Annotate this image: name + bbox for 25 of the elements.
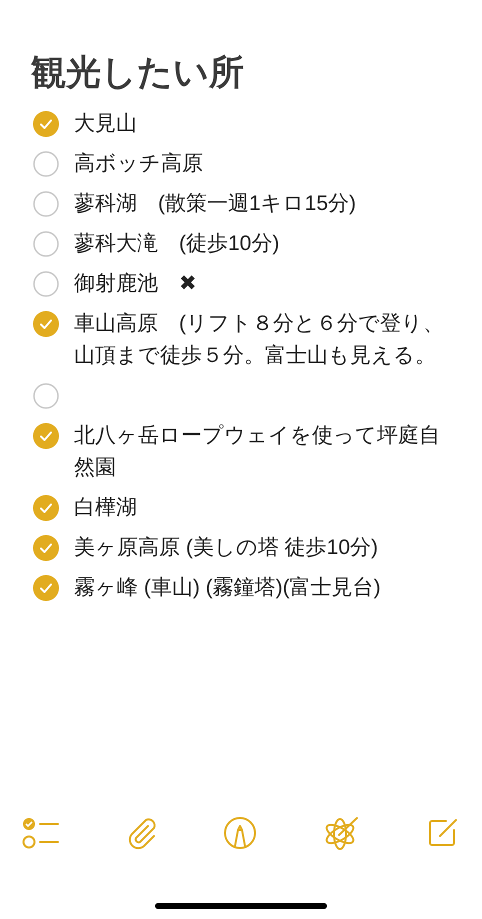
checked-circle[interactable] [33,495,59,521]
checked-circle[interactable] [33,311,59,337]
orbit-pencil-icon[interactable] [322,815,360,851]
checklist-item-text: 御射鹿池 ✖ [74,271,197,297]
checklist-item-text: 車山高原 (リフト８分と６分で登り、山頂まで徒歩５分。富士山も見える。 [74,311,445,369]
empty-circle[interactable] [33,231,59,257]
checked-circle[interactable] [33,575,59,601]
checked-circle[interactable] [33,423,59,449]
pen-circle-icon[interactable] [223,816,257,850]
empty-circle[interactable] [33,271,59,297]
checklist-item-text: 蓼科湖 (散策一週1キロ15分) [74,191,356,217]
empty-circle[interactable] [33,191,59,217]
checklist-item-text: 北八ヶ岳ロープウェイを使って坪庭自然園 [74,423,441,481]
empty-circle[interactable] [33,151,59,177]
checklist-icon[interactable] [22,816,60,850]
empty-circle[interactable] [33,383,59,409]
note-title: 観光したい所 [31,52,244,94]
checklist-item-text: 美ヶ原高原 (美しの塔 徒歩10分) [74,535,378,561]
checked-circle[interactable] [33,111,59,137]
checklist-item-text: 白樺湖 [74,495,137,521]
checked-circle[interactable] [33,535,59,561]
checklist-item-text: 霧ヶ峰 (車山) (霧鐘塔)(富士見台) [74,575,381,601]
checklist-item-text: 高ボッチ高原 [74,151,203,177]
checklist-item-text: 蓼科大滝 (徒歩10分) [74,231,280,257]
checklist-item-text: 大見山 [74,111,137,137]
